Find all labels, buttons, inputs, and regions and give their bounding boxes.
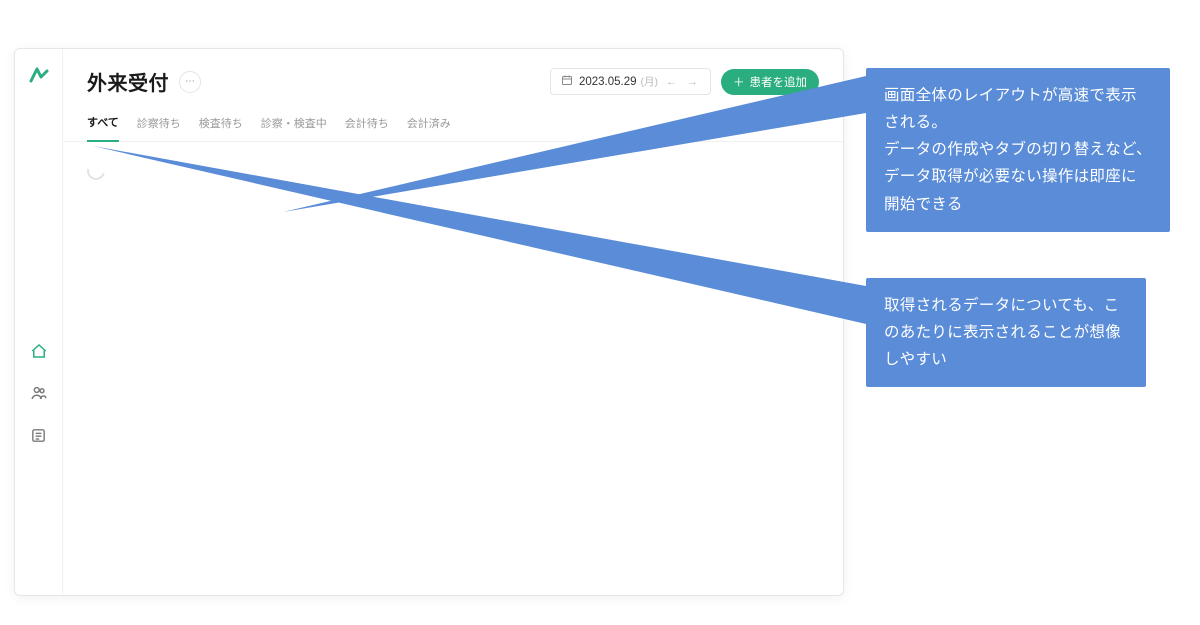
annotation-callout-2: 取得されるデータについても、このあたりに表示されることが想像しやすい (866, 278, 1146, 387)
reception-nav-icon[interactable] (29, 341, 49, 361)
callout-arrow-2 (93, 146, 873, 346)
list-nav-icon[interactable] (29, 425, 49, 445)
tab-waiting-exam[interactable]: 診察待ち (137, 109, 181, 141)
annotation-callout-1: 画面全体のレイアウトが高速で表示される。 データの作成やタブの切り替えなど、デー… (866, 68, 1170, 232)
sidebar-nav (29, 341, 49, 445)
title-more-icon[interactable]: ⋯ (179, 71, 201, 93)
sidebar (15, 49, 63, 595)
annotation-text-1: 画面全体のレイアウトが高速で表示される。 データの作成やタブの切り替えなど、デー… (884, 87, 1152, 213)
patients-nav-icon[interactable] (29, 383, 49, 403)
app-logo-icon (28, 65, 50, 87)
annotation-text-2: 取得されるデータについても、このあたりに表示されることが想像しやすい (884, 297, 1121, 368)
tab-waiting-test[interactable]: 検査待ち (199, 109, 243, 141)
page-title: 外来受付 (87, 67, 169, 96)
tab-all[interactable]: すべて (87, 108, 119, 142)
